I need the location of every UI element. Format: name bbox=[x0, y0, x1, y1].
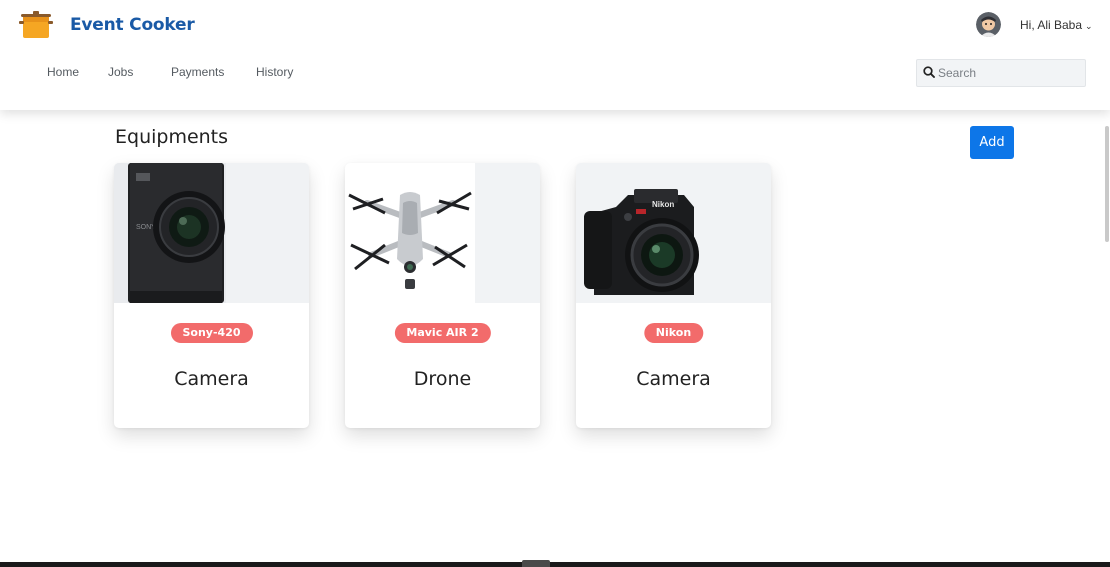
nav-history[interactable]: History bbox=[256, 65, 293, 79]
top-navbar: Event Cooker Home Jobs Payments History … bbox=[0, 0, 1110, 110]
card-title: Camera bbox=[636, 368, 711, 390]
bottom-bar-handle bbox=[522, 560, 550, 567]
bottom-bar bbox=[0, 562, 1110, 567]
equipment-card[interactable]: Nikon Nikon Camera bbox=[576, 163, 771, 428]
page-title: Equipments bbox=[115, 126, 229, 148]
svg-text:Nikon: Nikon bbox=[652, 200, 674, 209]
search-input[interactable] bbox=[938, 64, 1078, 82]
user-menu[interactable]: Hi, Ali Baba ⌄ bbox=[1020, 18, 1093, 32]
search-box[interactable] bbox=[916, 59, 1086, 87]
compact-camera-image: SONY bbox=[114, 163, 309, 303]
equipment-card[interactable]: SONY Sony-420 Camera bbox=[114, 163, 309, 428]
drone-image bbox=[345, 163, 540, 303]
dslr-camera-image: Nikon bbox=[576, 163, 771, 303]
pot-icon[interactable] bbox=[18, 11, 54, 39]
add-equipment-button[interactable]: Add bbox=[970, 126, 1014, 159]
model-badge: Sony-420 bbox=[170, 323, 253, 343]
user-avatar-icon[interactable] bbox=[976, 12, 1001, 37]
user-greeting: Hi, Ali Baba bbox=[1020, 18, 1083, 32]
nav-payments[interactable]: Payments bbox=[171, 65, 224, 79]
search-icon bbox=[923, 66, 935, 78]
card-title: Camera bbox=[174, 368, 249, 390]
card-title: Drone bbox=[413, 368, 472, 390]
model-badge: Mavic AIR 2 bbox=[394, 323, 491, 343]
nav-home[interactable]: Home bbox=[47, 65, 79, 79]
nav-jobs[interactable]: Jobs bbox=[108, 65, 133, 79]
equipment-card[interactable]: Mavic AIR 2 Drone bbox=[345, 163, 540, 428]
scrollbar-thumb[interactable] bbox=[1105, 126, 1109, 242]
brand-name[interactable]: Event Cooker bbox=[70, 15, 195, 35]
model-badge: Nikon bbox=[643, 323, 704, 343]
chevron-down-icon: ⌄ bbox=[1085, 21, 1093, 31]
